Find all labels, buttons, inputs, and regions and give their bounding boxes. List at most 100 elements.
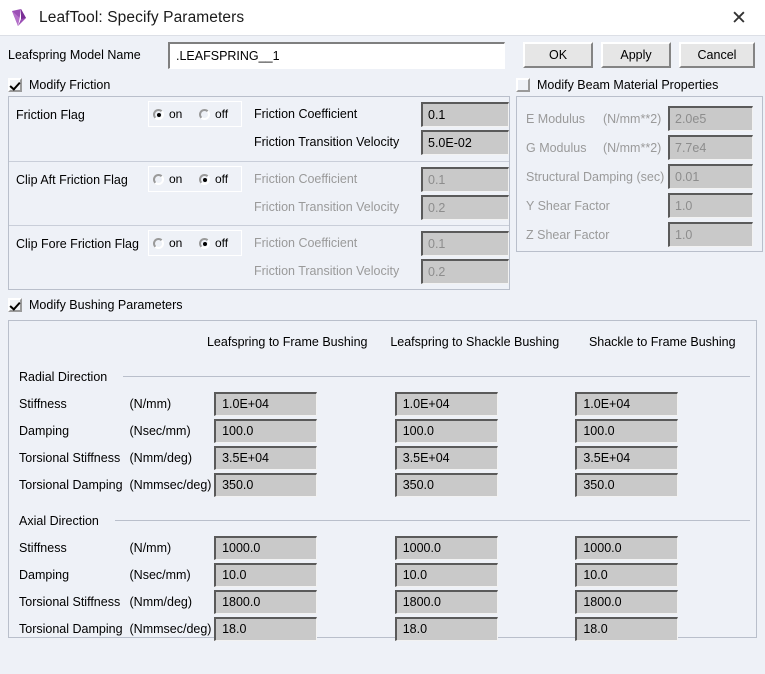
- axial-torsional-damping-label: Torsional Damping: [19, 621, 123, 636]
- clip-fore-friction-flag-row: Clip Fore Friction Flag on off Friction …: [9, 225, 509, 289]
- modify-bushing-checkbox-row[interactable]: Modify Bushing Parameters: [8, 290, 757, 320]
- divider-line: [114, 520, 750, 521]
- radial-direction-divider: Radial Direction: [9, 363, 756, 390]
- ok-button[interactable]: OK: [523, 42, 593, 68]
- beam-material-frame: E Modulus (N/mm**2) 2.0e5 G Modulus (N/m…: [516, 96, 763, 252]
- bushing-section: Modify Bushing Parameters Leafspring to …: [0, 290, 765, 641]
- clip-fore-off-option[interactable]: off: [195, 236, 241, 250]
- radial-damping-unit: (Nsec/mm): [129, 423, 191, 438]
- table-row: Damping (Nsec/mm) 10.0 10.0 10.0: [9, 561, 756, 588]
- friction-transition-velocity-input[interactable]: 5.0E-02: [421, 129, 509, 155]
- table-row: Torsional Stiffness (Nmm/deg) 1800.0 180…: [9, 588, 756, 615]
- axial-damping-input-col1[interactable]: 10.0: [214, 562, 318, 587]
- clip-aft-on-option[interactable]: on: [149, 172, 195, 186]
- clip-fore-radio-group[interactable]: on off: [148, 230, 242, 256]
- bushing-frame: Leafspring to Frame Bushing Leafspring t…: [8, 320, 757, 641]
- clip-aft-coefficient-input: 0.1: [421, 166, 509, 192]
- z-shear-factor-label: Z Shear Factor: [526, 227, 610, 242]
- model-name-row: Leafspring Model Name .LEAFSPRING__1 OK …: [0, 36, 765, 74]
- axial-torsional-damping-input-col1[interactable]: 18.0: [214, 616, 318, 641]
- clip-aft-friction-flag-row: Clip Aft Friction Flag on off Friction C…: [9, 161, 509, 225]
- radio-off-label: off: [215, 172, 229, 186]
- modify-beam-material-label: Modify Beam Material Properties: [537, 78, 719, 92]
- radial-damping-input-col1[interactable]: 100.0: [214, 418, 318, 443]
- radio-off-icon[interactable]: [199, 108, 210, 120]
- axial-stiffness-input-col3[interactable]: 1000.0: [575, 535, 679, 560]
- table-row: Stiffness (N/mm) 1.0E+04 1.0E+04 1.0E+04: [9, 390, 756, 417]
- modify-bushing-checkbox[interactable]: [8, 298, 22, 312]
- axial-torsional-damping-unit: (Nmmsec/deg): [129, 621, 212, 636]
- radial-stiffness-label: Stiffness: [19, 396, 67, 411]
- radio-on-icon[interactable]: [153, 237, 164, 249]
- window-title: LeafTool: Specify Parameters: [39, 8, 245, 26]
- modify-beam-material-checkbox[interactable]: [516, 78, 530, 92]
- axial-torsional-stiffness-unit: (Nmm/deg): [129, 594, 193, 609]
- friction-flag-on-option[interactable]: on: [149, 107, 195, 121]
- clip-fore-fields: Friction Coefficient 0.1 Friction Transi…: [254, 226, 509, 285]
- axial-torsional-stiffness-input-col2[interactable]: 1800.0: [394, 589, 498, 614]
- beam-row-e-modulus: E Modulus (N/mm**2) 2.0e5: [526, 104, 753, 133]
- modify-bushing-label: Modify Bushing Parameters: [29, 298, 183, 312]
- radial-torsional-damping-input-col1[interactable]: 350.0: [214, 472, 318, 497]
- radial-torsional-damping-input-col3[interactable]: 350.0: [575, 472, 679, 497]
- modify-beam-material-checkbox-row[interactable]: Modify Beam Material Properties: [516, 74, 763, 96]
- clip-fore-friction-flag-label: Clip Fore Friction Flag: [16, 237, 139, 251]
- axial-damping-input-col2[interactable]: 10.0: [394, 562, 498, 587]
- z-shear-factor-input: 1.0: [668, 222, 753, 247]
- friction-flag-off-option[interactable]: off: [195, 107, 241, 121]
- axial-direction-label: Axial Direction: [19, 513, 99, 528]
- axial-stiffness-input-col1[interactable]: 1000.0: [214, 535, 318, 560]
- radial-torsional-damping-input-col2[interactable]: 350.0: [394, 472, 498, 497]
- model-name-input[interactable]: .LEAFSPRING__1: [168, 41, 505, 69]
- radial-direction-label: Radial Direction: [19, 369, 108, 384]
- radial-stiffness-input-col2[interactable]: 1.0E+04: [394, 391, 498, 416]
- clip-aft-radio-group[interactable]: on off: [148, 166, 242, 192]
- radial-torsional-stiffness-unit: (Nmm/deg): [129, 450, 193, 465]
- radio-on-icon[interactable]: [153, 108, 164, 120]
- cancel-button[interactable]: Cancel: [679, 42, 755, 68]
- modify-friction-checkbox-row[interactable]: Modify Friction: [8, 74, 510, 96]
- radial-torsional-stiffness-input-col3[interactable]: 3.5E+04: [575, 445, 679, 470]
- axial-damping-input-col3[interactable]: 10.0: [575, 562, 679, 587]
- friction-flag-radio-group[interactable]: on off: [148, 101, 242, 127]
- radial-damping-input-col3[interactable]: 100.0: [575, 418, 679, 443]
- column-header-leafspring-to-shackle: Leafspring to Shackle Bushing: [390, 335, 560, 349]
- clip-aft-coefficient-label: Friction Coefficient: [254, 172, 358, 186]
- y-shear-factor-input: 1.0: [668, 193, 753, 218]
- radial-damping-input-col2[interactable]: 100.0: [394, 418, 498, 443]
- radio-on-icon[interactable]: [153, 173, 164, 185]
- clip-fore-on-option[interactable]: on: [149, 236, 195, 250]
- radial-stiffness-input-col3[interactable]: 1.0E+04: [575, 391, 679, 416]
- table-row: Torsional Damping (Nmmsec/deg) 18.0 18.0…: [9, 615, 756, 642]
- radial-stiffness-input-col1[interactable]: 1.0E+04: [214, 391, 318, 416]
- radio-on-label: on: [169, 236, 183, 250]
- axial-stiffness-input-col2[interactable]: 1000.0: [394, 535, 498, 560]
- clip-aft-velocity-label: Friction Transition Velocity: [254, 200, 400, 214]
- beam-material-section: Modify Beam Material Properties E Modulu…: [516, 74, 763, 290]
- radial-torsional-damping-unit: (Nmmsec/deg): [129, 477, 212, 492]
- friction-transition-velocity-label: Friction Transition Velocity: [254, 135, 400, 149]
- radio-off-icon[interactable]: [199, 173, 210, 185]
- clip-fore-coefficient-input: 0.1: [421, 230, 509, 256]
- clip-aft-fields: Friction Coefficient 0.1 Friction Transi…: [254, 162, 509, 221]
- table-row: Torsional Damping (Nmmsec/deg) 350.0 350…: [9, 471, 756, 498]
- radial-torsional-stiffness-input-col2[interactable]: 3.5E+04: [394, 445, 498, 470]
- clip-aft-velocity-input: 0.2: [421, 194, 509, 220]
- radial-torsional-stiffness-input-col1[interactable]: 3.5E+04: [214, 445, 318, 470]
- modify-friction-checkbox[interactable]: [8, 78, 22, 92]
- axial-torsional-damping-input-col2[interactable]: 18.0: [394, 616, 498, 641]
- apply-button[interactable]: Apply: [601, 42, 671, 68]
- g-modulus-input: 7.7e4: [668, 135, 753, 160]
- clip-aft-off-option[interactable]: off: [195, 172, 241, 186]
- e-modulus-unit: (N/mm**2): [602, 111, 662, 126]
- modify-friction-label: Modify Friction: [29, 78, 111, 92]
- axial-torsional-stiffness-input-col3[interactable]: 1800.0: [575, 589, 679, 614]
- beam-row-structural-damping: Structural Damping (sec) 0.01: [526, 162, 753, 191]
- close-icon[interactable]: ✕: [721, 4, 757, 32]
- top-section: Modify Friction Friction Flag on off Fri…: [0, 74, 765, 290]
- radial-torsional-damping-label: Torsional Damping: [19, 477, 123, 492]
- friction-coefficient-input[interactable]: 0.1: [421, 101, 509, 127]
- radio-off-icon[interactable]: [199, 237, 210, 249]
- axial-torsional-damping-input-col3[interactable]: 18.0: [575, 616, 679, 641]
- axial-torsional-stiffness-input-col1[interactable]: 1800.0: [214, 589, 318, 614]
